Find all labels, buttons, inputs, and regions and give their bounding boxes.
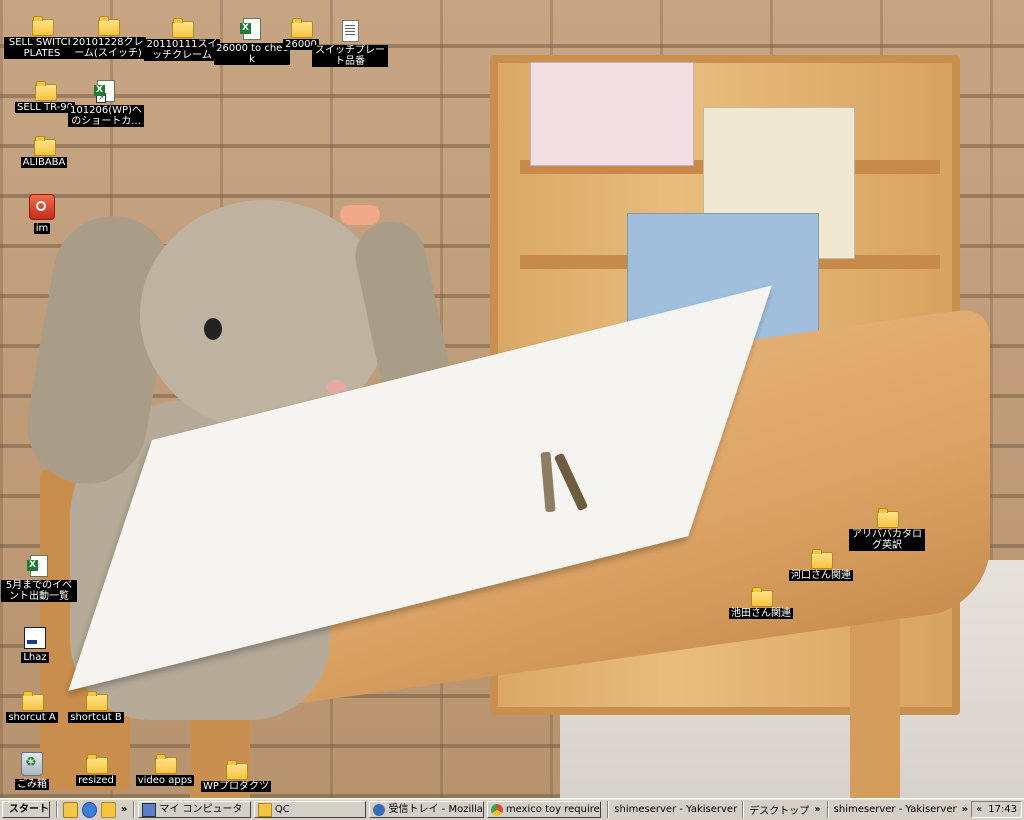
folder-icon: [751, 587, 773, 607]
task-button-label: 受信トレイ - Mozilla Thu...: [388, 804, 483, 815]
desktop-icon-alibaba[interactable]: ALIBABA: [6, 136, 82, 168]
desktop-icon-label: ALIBABA: [20, 157, 68, 168]
wallpaper-book: [530, 62, 694, 166]
taskbar-separator: [607, 801, 610, 818]
excel-file-icon: [240, 18, 261, 40]
desktop-icon-label: video apps: [135, 775, 195, 786]
folder-icon: [811, 549, 833, 569]
folder-icon: [86, 754, 108, 774]
desktop-icon-lhaz[interactable]: Lhaz: [0, 627, 73, 663]
desktop-icon-label: アリババカタログ英訳: [849, 529, 925, 551]
taskbar: スタート » マイ コンピュータ QC 受信トレイ - Mozilla Thu.…: [0, 798, 1024, 820]
task-button-my-computer[interactable]: マイ コンピュータ: [138, 801, 251, 818]
task-button-chrome[interactable]: mexico toy requirement ...: [486, 801, 602, 818]
desktop-icon-label: 河口さん関連: [789, 570, 853, 581]
desktop-icon-label: im: [33, 223, 51, 234]
wallpaper-table-leg: [850, 600, 900, 798]
folder-icon: [291, 18, 313, 38]
folder-icon: [86, 691, 108, 711]
folder-icon: [226, 760, 248, 780]
taskbar-separator: [133, 801, 136, 818]
folder-icon: [32, 16, 54, 36]
folder-icon: [98, 16, 120, 36]
taskbar-separator: [56, 801, 59, 818]
recycle-bin-icon: [21, 752, 43, 776]
toolbar-shimeserver[interactable]: shimeserver - Yakiserver: [612, 804, 739, 815]
toolbar-shimeserver-2[interactable]: shimeserver - Yakiserver: [832, 804, 959, 815]
desktop-icon-label: 20110111スイッチクレーム: [144, 39, 220, 61]
shortcut-arrow-icon: ↗: [96, 93, 106, 103]
start-button-label: スタート: [9, 804, 49, 815]
desktop-icon-folder-20101228[interactable]: 20101228クレーム(スイッチ): [70, 16, 146, 59]
desktop-icon-label: SELL TR-90: [15, 102, 75, 113]
clock[interactable]: 17:43: [988, 804, 1017, 815]
desktop-icon-label: スイッチプレート品番: [312, 45, 388, 67]
desktop-icon-label: shorcut A: [6, 712, 58, 723]
desktop-icon-ikeda[interactable]: 池田さん関連: [723, 587, 799, 619]
wallpaper-ribbon: [340, 205, 380, 225]
desktop-icon-folder-20110111[interactable]: 20110111スイッチクレーム: [144, 18, 220, 61]
desktop-icon-sell-switch-plates[interactable]: SELL SWITCH PLATES: [4, 16, 80, 59]
task-button-label: QC: [274, 804, 290, 815]
power-button-icon: [29, 194, 55, 220]
desktop-icon-label: ごみ箱: [15, 779, 49, 790]
task-button-qc[interactable]: QC: [253, 801, 367, 818]
desktop-icon-alibaba-catalog[interactable]: アリババカタログ英訳: [849, 508, 925, 551]
folder-icon: [34, 136, 56, 156]
desktop-icon-kawaguchi[interactable]: 河口さん関連: [783, 549, 859, 581]
desktop-wallpaper: [0, 0, 1024, 798]
task-button-label: mexico toy requirement ...: [505, 804, 600, 815]
start-button[interactable]: スタート: [2, 801, 51, 818]
folder-icon: [172, 18, 194, 38]
folder-icon: [155, 754, 177, 774]
desktop-icon-im[interactable]: im: [4, 194, 80, 234]
folder-icon: [35, 81, 57, 101]
desktop-icon-label: Lhaz: [21, 652, 49, 663]
tray-expand-button[interactable]: «: [976, 804, 982, 815]
desktop-icon-label: 20101228クレーム(スイッチ): [70, 37, 146, 59]
lhaz-app-icon: [24, 627, 46, 649]
desktop-icon-shortcut-b[interactable]: shortcut B: [58, 691, 134, 723]
desktop-icon-wp-products[interactable]: WPプロダクツ: [198, 760, 274, 792]
task-button-label: マイ コンピュータ: [159, 804, 243, 815]
toolbar-more-button[interactable]: »: [962, 804, 968, 815]
desktop-icon-video-apps[interactable]: video apps: [127, 754, 203, 786]
wallpaper-bunny-eye: [204, 318, 222, 340]
excel-file-icon: [27, 555, 48, 577]
explorer-folder-icon[interactable]: [101, 801, 116, 818]
chrome-icon: [490, 803, 503, 816]
quicklaunch-more-button[interactable]: »: [121, 804, 127, 815]
excel-shortcut-icon: ↗: [94, 80, 115, 103]
system-tray: « 17:43: [971, 801, 1023, 818]
desktop-icon-label: WPプロダクツ: [201, 781, 271, 792]
internet-explorer-icon[interactable]: [82, 801, 98, 818]
desktop-icon-label: SELL SWITCH PLATES: [4, 37, 80, 59]
task-button-thunderbird-inbox[interactable]: 受信トレイ - Mozilla Thu...: [369, 801, 484, 818]
taskbar-separator: [742, 801, 745, 818]
document-icon: [341, 20, 359, 42]
desktop-icon-label: shortcut B: [68, 712, 124, 723]
toolbar-desktop-more-button[interactable]: »: [814, 804, 820, 815]
desktop-icon-label: 101206(WP)へのショートカ...: [68, 105, 144, 127]
desktop-icon-resized[interactable]: resized: [58, 754, 134, 786]
thunderbird-icon: [373, 803, 386, 816]
desktop-icon-label: 池田さん関連: [729, 608, 793, 619]
desktop-icon-label: 5月までのイベント出動一覧: [1, 580, 77, 602]
folder-icon: [22, 691, 44, 711]
folder-icon: [877, 508, 899, 528]
computer-icon: [142, 802, 157, 817]
desktop-icon-label: resized: [76, 775, 116, 786]
taskbar-separator: [826, 801, 829, 818]
toolbar-desktop[interactable]: デスクトップ: [747, 802, 811, 817]
desktop-icon-doc-switch-plate[interactable]: スイッチプレート品番: [312, 20, 388, 67]
folder-icon: [257, 802, 272, 817]
desktop-icon-xls-101206-shortcut[interactable]: ↗ 101206(WP)へのショートカ...: [68, 80, 144, 127]
desktop-icon-xls-may-events[interactable]: 5月までのイベント出動一覧: [1, 555, 77, 602]
show-desktop-icon[interactable]: [63, 801, 79, 818]
